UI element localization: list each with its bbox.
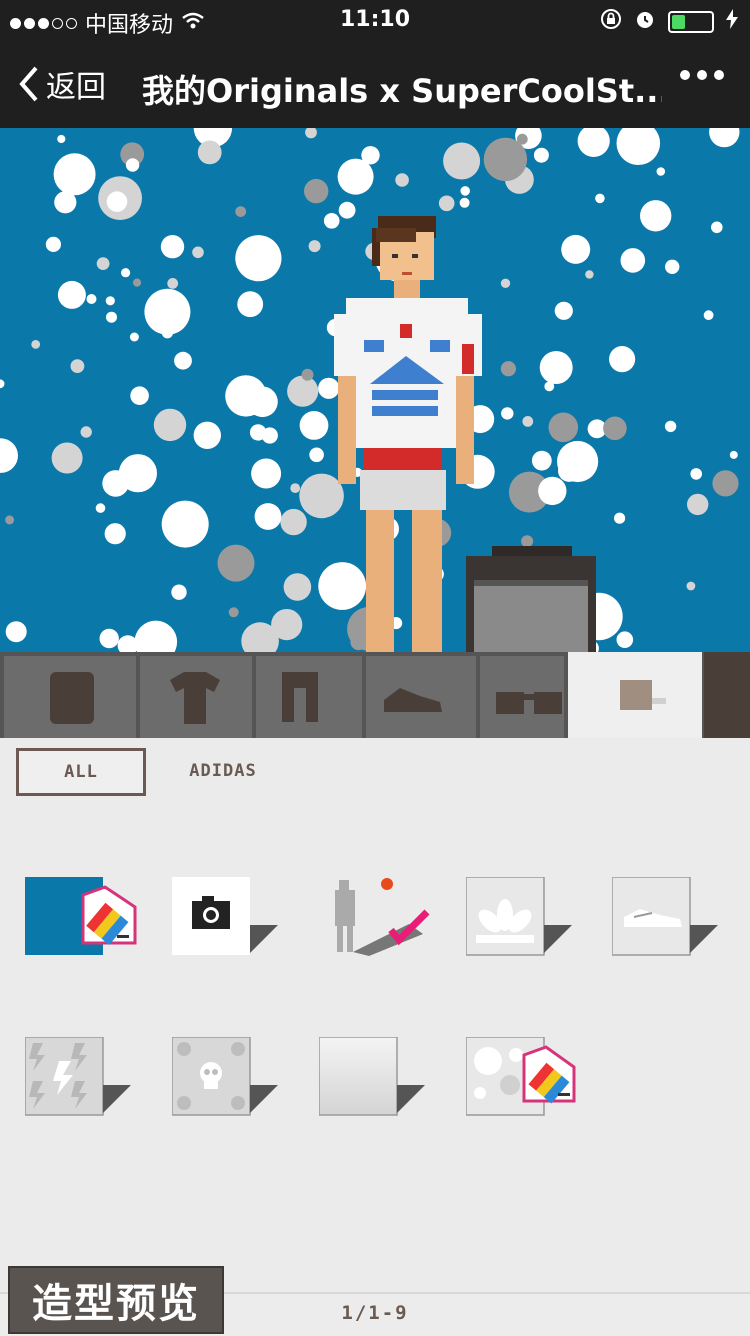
back-button[interactable]: 返回 [18, 62, 106, 106]
tab-face[interactable] [4, 656, 136, 738]
bg-item-lightning-pattern[interactable] [25, 1037, 135, 1119]
back-label: 返回 [46, 70, 106, 105]
background-icon [620, 680, 652, 710]
bg-item-trefoil-logo[interactable] [466, 877, 576, 959]
bg-item-skull-pattern[interactable] [172, 1037, 282, 1119]
battery-icon [668, 11, 714, 33]
filter-all-button[interactable]: ALL [16, 748, 146, 796]
status-bar: 中国移动 11:10 [0, 0, 750, 40]
amplifier-prop [466, 546, 596, 653]
bg-item-custom-color[interactable] [25, 877, 137, 959]
pencil-icon [81, 885, 137, 946]
rotation-lock-icon [600, 8, 622, 36]
page-title: 我的Originals x SuperCoolSt... [142, 72, 662, 110]
chevron-left-icon [19, 66, 38, 102]
face-icon [50, 672, 94, 724]
bg-item-polka-dots[interactable] [466, 1037, 576, 1119]
avatar-scene [0, 108, 750, 664]
tab-tops[interactable] [140, 656, 252, 738]
bg-item-sneaker-pattern[interactable] [612, 877, 722, 959]
tab-shoes[interactable] [366, 656, 476, 738]
bg-item-plain-gradient[interactable] [319, 1037, 429, 1119]
charging-icon [726, 9, 738, 35]
category-tabs [0, 652, 750, 738]
tab-accessories[interactable] [480, 656, 564, 738]
style-preview-button[interactable]: 造型预览 [8, 1266, 224, 1334]
sun-icon [381, 878, 393, 890]
more-menu-icon[interactable] [680, 70, 724, 80]
gradient-icon [319, 1037, 398, 1116]
filter-adidas-button[interactable]: ADIDAS [176, 748, 270, 794]
alarm-icon [634, 8, 656, 36]
bg-item-camera-photo[interactable] [172, 877, 282, 959]
tab-background[interactable] [568, 652, 702, 738]
filter-row: ALL ADIDAS [0, 738, 750, 808]
nav-bar: 返回 我的Originals x SuperCoolSt... [0, 40, 750, 128]
tab-pants[interactable] [256, 656, 362, 738]
bg-item-shadow-toggle[interactable] [319, 870, 430, 956]
polka-pencil-icon [522, 1045, 576, 1104]
